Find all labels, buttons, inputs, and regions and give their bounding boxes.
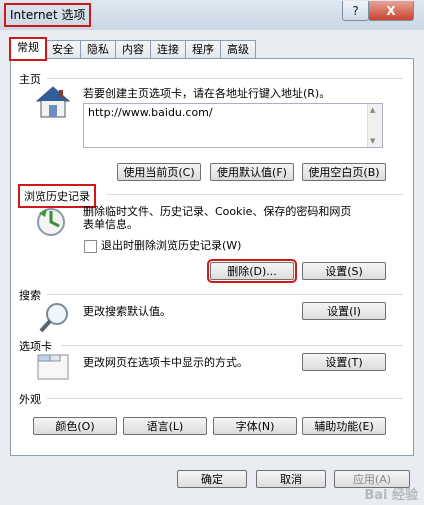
tabs-settings-button[interactable]: 设置(T) — [302, 353, 386, 371]
window-title: Internet 选项 — [4, 3, 92, 27]
tab-advanced[interactable]: 高级 — [220, 40, 256, 59]
colors-button[interactable]: 颜色(O) — [33, 417, 117, 435]
delete-on-exit-checkbox[interactable] — [84, 240, 97, 253]
search-settings-button[interactable]: 设置(I) — [302, 302, 386, 320]
tab-general[interactable]: 常规 — [9, 37, 47, 61]
home-icon — [35, 85, 71, 119]
apply-button[interactable]: 应用(A) — [334, 470, 410, 488]
appearance-separator — [47, 398, 403, 399]
use-blank-button[interactable]: 使用空白页(B) — [302, 163, 386, 181]
use-current-button[interactable]: 使用当前页(C) — [117, 163, 201, 181]
tabs-description: 更改网页在选项卡中显示的方式。 — [83, 356, 248, 369]
tab-privacy[interactable]: 隐私 — [80, 40, 116, 59]
help-button[interactable]: ? — [342, 1, 369, 21]
history-section-title: 浏览历史记录 — [18, 184, 96, 208]
search-description: 更改搜索默认值。 — [83, 305, 171, 318]
history-description-line2: 表单信息。 — [83, 218, 138, 231]
appearance-section-title: 外观 — [19, 393, 41, 406]
tab-security[interactable]: 安全 — [45, 40, 81, 59]
ok-button[interactable]: 确定 — [177, 470, 247, 488]
cancel-button[interactable]: 取消 — [256, 470, 326, 488]
search-magnifier-icon — [37, 301, 71, 335]
search-separator — [47, 294, 403, 295]
general-tab-panel: 主页 若要创建主页选项卡，请在各地址行键入地址(R)。 http://www.b… — [10, 58, 414, 456]
close-button[interactable]: X — [368, 1, 414, 21]
history-separator — [107, 194, 403, 195]
tabs-window-icon — [37, 351, 71, 381]
delete-history-button[interactable]: 删除(D)... — [207, 259, 297, 283]
internet-options-window: Internet 选项 ? X 常规 安全 隐私 内容 连接 程序 高级 主页 … — [0, 0, 424, 505]
tab-bar: 常规 安全 隐私 内容 连接 程序 高级 — [9, 37, 256, 61]
history-clock-icon — [35, 205, 71, 239]
tab-content[interactable]: 内容 — [115, 40, 151, 59]
delete-on-exit-label: 退出时删除浏览历史记录(W) — [101, 239, 242, 252]
homepage-url-input[interactable]: http://www.baidu.com/ ▲ ▼ — [83, 103, 383, 148]
languages-button[interactable]: 语言(L) — [123, 417, 207, 435]
homepage-separator — [47, 78, 403, 79]
tab-programs[interactable]: 程序 — [185, 40, 221, 59]
history-settings-button[interactable]: 设置(S) — [302, 262, 386, 280]
homepage-description: 若要创建主页选项卡，请在各地址行键入地址(R)。 — [83, 87, 331, 100]
accessibility-button[interactable]: 辅助功能(E) — [302, 417, 386, 435]
scroll-down-icon[interactable]: ▼ — [370, 137, 375, 145]
fonts-button[interactable]: 字体(N) — [213, 417, 297, 435]
tab-connections[interactable]: 连接 — [150, 40, 186, 59]
use-default-button[interactable]: 使用默认值(F) — [210, 163, 294, 181]
homepage-url-scrollbar[interactable]: ▲ ▼ — [367, 104, 382, 147]
scroll-up-icon[interactable]: ▲ — [370, 106, 375, 114]
tabs-separator — [61, 345, 403, 346]
homepage-url-value: http://www.baidu.com/ — [88, 106, 213, 119]
title-bar: Internet 选项 ? X — [0, 0, 424, 30]
history-description-line1: 删除临时文件、历史记录、Cookie、保存的密码和网页 — [83, 205, 352, 218]
